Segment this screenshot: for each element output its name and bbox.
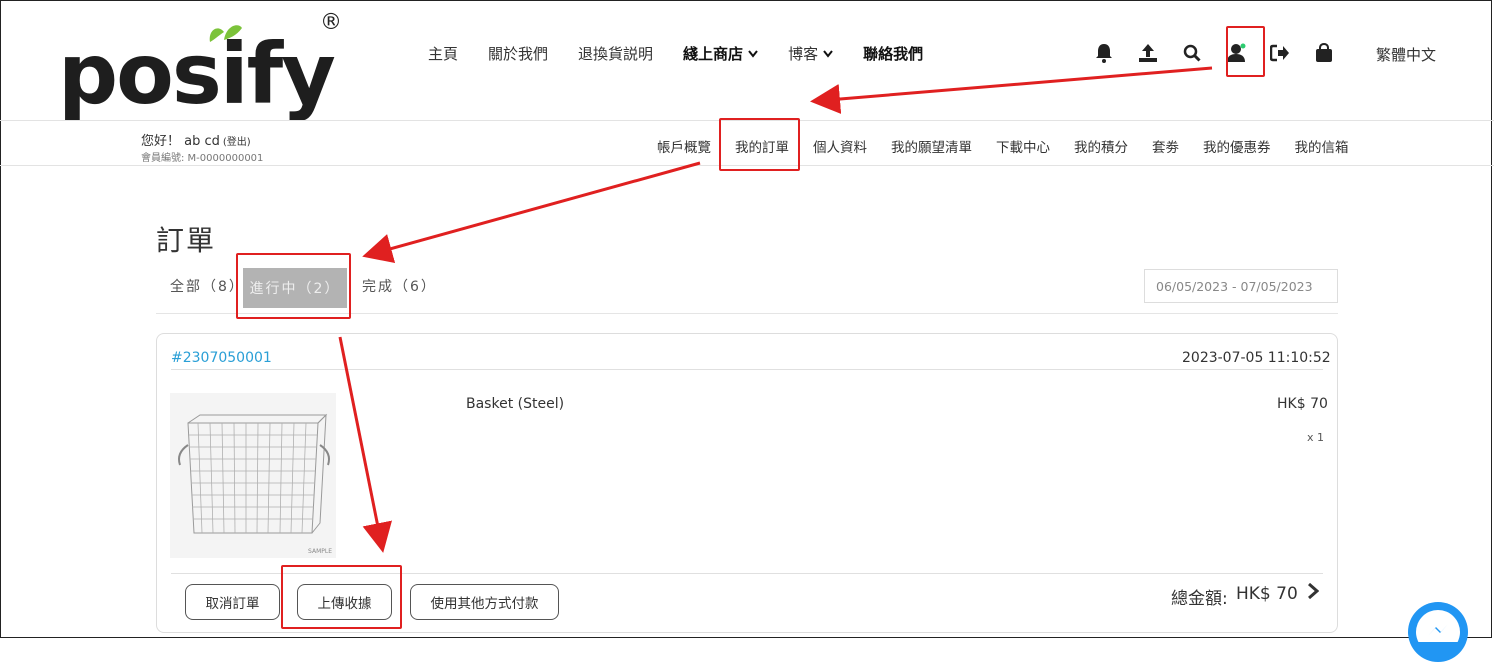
annotation-arrows bbox=[338, 66, 1213, 553]
arrow-user-to-orders bbox=[810, 66, 1213, 114]
arrow-orders-to-tab bbox=[362, 161, 701, 264]
arrow-tab-to-upload bbox=[338, 336, 393, 553]
